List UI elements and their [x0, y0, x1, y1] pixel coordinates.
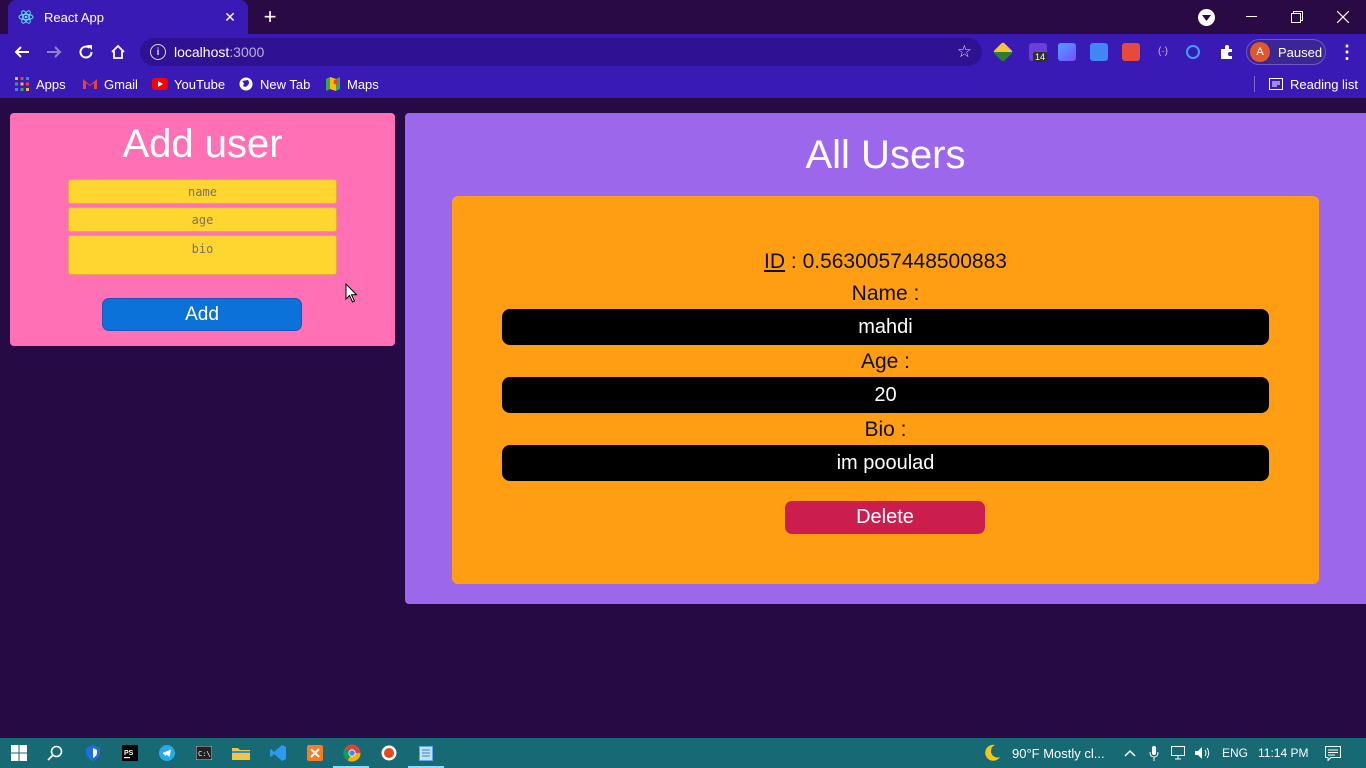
extension-sync-icon[interactable] [1186, 45, 1200, 59]
bookmark-gmail[interactable]: Gmail [82, 75, 138, 93]
bio-value: im pooulad [502, 445, 1269, 481]
maps-icon [325, 76, 341, 92]
svg-text:PS: PS [124, 750, 134, 757]
extension-badge-count: 14 [1033, 52, 1048, 62]
globe-icon [238, 76, 254, 92]
defender-shield-icon[interactable] [82, 742, 104, 764]
add-button[interactable]: Add [102, 298, 302, 331]
taskbar: PS C:\ 90°F Mostly cl... ENG 11:14 PM [0, 738, 1366, 768]
bookmark-youtube[interactable]: YouTube [152, 75, 225, 93]
extension-grid-icon[interactable] [1058, 43, 1076, 61]
extension-code-icon[interactable]: (·) [1154, 43, 1172, 61]
site-info-icon[interactable]: i [150, 44, 166, 60]
clock[interactable]: 11:14 PM [1258, 738, 1308, 768]
name-input[interactable]: name [68, 179, 337, 204]
network-icon[interactable] [1171, 738, 1189, 768]
address-bar[interactable]: i localhost:3000 ☆ [140, 38, 982, 66]
record-app-icon[interactable] [378, 742, 400, 764]
bookmarks-bar: Apps Gmail YouTube New Tab Maps Reading … [0, 70, 1366, 98]
reading-list-icon [1268, 76, 1284, 92]
back-icon[interactable] [10, 40, 34, 64]
bio-label: Bio : [864, 418, 907, 441]
bookmark-maps[interactable]: Maps [325, 75, 379, 93]
extensions-puzzle-icon[interactable] [1218, 43, 1236, 61]
gmail-icon [82, 76, 98, 92]
id-label: ID [764, 250, 786, 273]
tab-search-icon[interactable] [1198, 9, 1215, 26]
language-indicator[interactable]: ENG [1222, 738, 1248, 768]
notification-center-icon[interactable] [1325, 738, 1341, 768]
bookmark-apps[interactable]: Apps [14, 75, 66, 93]
url-host: localhost [174, 44, 230, 60]
delete-button[interactable]: Delete [785, 501, 985, 534]
tab-title: React App [44, 9, 104, 25]
close-tab-icon[interactable]: ✕ [222, 9, 238, 25]
extension-red-icon[interactable] [1122, 43, 1140, 61]
tab-strip: React App ✕ + [0, 0, 1366, 34]
tray-overflow-icon[interactable] [1124, 738, 1136, 768]
windows-start-icon[interactable] [8, 742, 30, 764]
new-tab-button[interactable]: + [258, 5, 282, 29]
bookmark-label: Gmail [104, 76, 138, 92]
bookmark-label: New Tab [260, 76, 311, 92]
bookmark-new-tab[interactable]: New Tab [238, 75, 310, 93]
notepad-icon[interactable] [415, 742, 437, 764]
bookmark-label: YouTube [174, 76, 226, 92]
mouse-cursor-icon [345, 283, 358, 303]
bookmark-label: Apps [36, 76, 66, 92]
weather-widget[interactable]: 90°F Mostly cl... [982, 738, 1105, 768]
vscode-icon[interactable] [267, 742, 289, 764]
bookmark-label: Maps [347, 76, 379, 92]
xampp-icon[interactable] [304, 742, 326, 764]
name-value: mahdi [502, 309, 1269, 345]
reload-icon[interactable] [74, 40, 98, 64]
extension-badge-icon[interactable]: 14 [1029, 43, 1048, 62]
apps-grid-icon [14, 76, 30, 92]
home-icon[interactable] [106, 40, 130, 64]
reading-list-button[interactable]: Reading list [1268, 75, 1358, 93]
react-icon [18, 9, 34, 25]
close-window-icon[interactable] [1320, 0, 1366, 34]
name-label: Name : [851, 282, 920, 305]
profile-button[interactable]: A Paused [1246, 39, 1326, 65]
telegram-icon[interactable] [156, 742, 178, 764]
avatar: A [1250, 42, 1270, 62]
menu-kebab-icon[interactable]: ⋮ [1338, 42, 1356, 63]
file-explorer-icon[interactable] [230, 742, 252, 764]
restore-icon[interactable] [1274, 0, 1320, 34]
svg-text:C:\: C:\ [198, 750, 211, 758]
weather-moon-icon [982, 743, 1002, 763]
terminal-icon[interactable]: C:\ [193, 742, 215, 764]
search-icon[interactable] [44, 742, 66, 764]
age-label: Age : [860, 350, 911, 373]
minimize-icon[interactable] [1228, 0, 1274, 34]
url-port: :3000 [229, 44, 265, 60]
age-input[interactable]: age [68, 207, 337, 232]
profile-status: Paused [1278, 44, 1323, 60]
phpstorm-icon[interactable]: PS [119, 742, 141, 764]
extension-translate-icon[interactable] [1090, 43, 1108, 61]
bio-textarea[interactable]: bio [68, 235, 337, 275]
chrome-icon[interactable] [341, 742, 363, 764]
weather-text: 90°F Mostly cl... [1012, 745, 1105, 761]
bookmarks-divider [1254, 76, 1255, 92]
user-id-line: ID : 0.5630057448500883 [764, 250, 1007, 273]
browser-toolbar: i localhost:3000 ☆ 14 (·) A Paused ⋮ [0, 34, 1366, 70]
bookmark-star-icon[interactable]: ☆ [957, 42, 972, 62]
tab-react-app[interactable]: React App ✕ [8, 0, 248, 34]
microphone-icon[interactable] [1149, 738, 1159, 768]
all-users-title: All Users [805, 133, 966, 177]
youtube-icon [152, 76, 168, 92]
forward-icon[interactable] [42, 40, 66, 64]
extension-drive-icon[interactable] [992, 41, 1014, 63]
volume-icon[interactable] [1195, 738, 1211, 768]
add-user-title: Add user [122, 122, 283, 166]
age-value: 20 [502, 377, 1269, 413]
id-value: 0.5630057448500883 [802, 250, 1007, 273]
reading-list-label: Reading list [1290, 76, 1358, 92]
